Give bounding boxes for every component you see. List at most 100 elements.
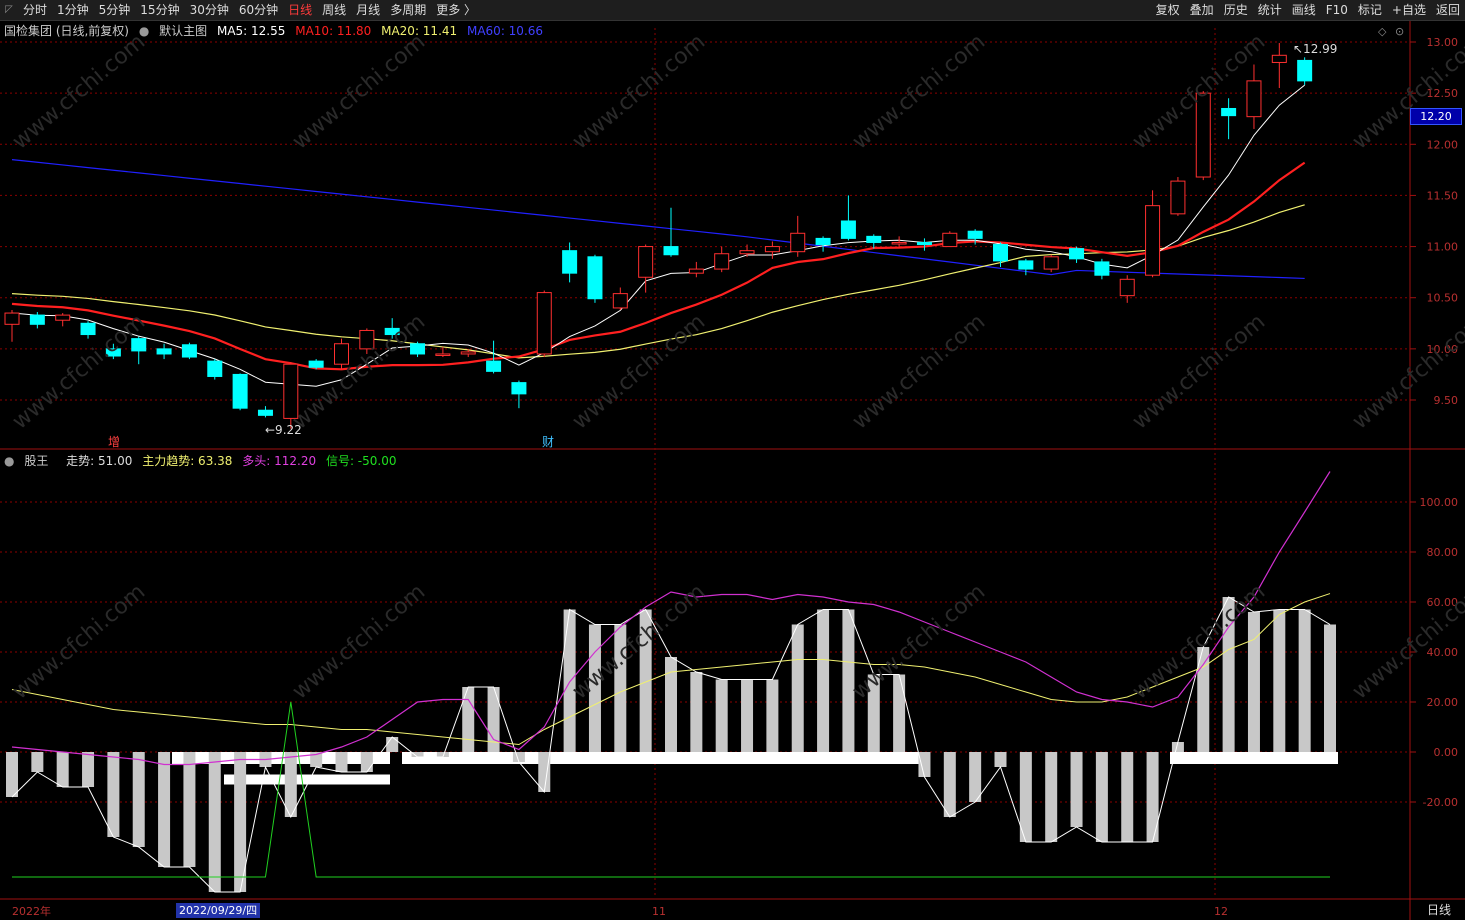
stock-title[interactable]: 国检集团 (日线,前复权) [4,24,129,38]
trend-bar [817,609,830,752]
candle-down [1069,248,1085,260]
candle-up [638,246,654,278]
indicator-toggle-icon[interactable]: ● [4,454,14,468]
sub-legend: ● 股王 走势: 51.00 主力趋势: 63.38 多头: 112.20 信号… [4,452,402,469]
white-band [402,752,928,764]
candle-down [840,220,856,239]
candle-up [1170,180,1186,215]
xinhao-value: 信号: -50.00 [325,454,397,468]
candle-up [334,343,349,365]
high-marker: ↖12.99 [1293,42,1337,56]
trend-bar [208,752,221,892]
year-label: 2022年 [12,904,51,918]
toolbar-item[interactable]: 更多 〉 [431,0,481,20]
candle-up [714,253,730,270]
trend-bar [791,624,804,752]
candle-down [587,256,603,300]
candle-down [207,360,223,377]
toolbar-item[interactable]: 5分钟 [94,0,136,20]
candle-up [612,293,628,309]
trend-bar [386,737,399,752]
collapse-icon[interactable]: ◸ [0,0,18,20]
toolbar-action[interactable]: +自选 [1387,0,1431,20]
toolbar-action[interactable]: 叠加 [1185,0,1219,20]
indicator-toggle-icon[interactable]: ● [139,24,149,38]
toolbar-item[interactable]: 月线 [351,0,385,20]
zoushi-value: 走势: 51.00 [66,454,133,468]
toolbar-action[interactable]: 历史 [1219,0,1253,20]
period-label[interactable]: 日线 [1415,901,1463,919]
trend-bar [1146,752,1159,842]
toolbar-action[interactable]: 返回 [1431,0,1465,20]
candle-up [4,312,20,325]
period-toolbar: ◸ 分时 1分钟 5分钟 15分钟 30分钟 60分钟 日线 周线 月线 多周期 更多 〉 复权 叠加… [0,0,1465,21]
ma20-value: MA20: 11.41 [381,24,458,38]
candle-down [486,360,502,372]
trend-bar [918,752,931,777]
candle-up [1271,54,1287,63]
watermark: www.cfchi.com [8,579,150,704]
toolbar-action[interactable]: 标记 [1353,0,1387,20]
candle-down [916,241,932,246]
y-tick-label: 11.50 [1427,189,1459,202]
trend-bar [284,752,297,817]
trend-bar [1045,752,1058,842]
ma10-value: MA10: 11.80 [295,24,372,38]
trend-bar [335,752,348,772]
candle-down [511,382,527,395]
trend-bar [690,672,703,752]
toolbar-item[interactable]: 1分钟 [52,0,94,20]
watermark: www.cfchi.com [1128,309,1270,434]
month-label: 12 [1214,905,1228,918]
trend-bar [766,679,779,752]
trend-bar [82,752,95,787]
cai-marker: 财 [542,435,554,449]
candle-up [688,268,704,274]
candle-down [1094,261,1110,276]
watermark: www.cfchi.com [8,309,150,434]
toolbar-action[interactable]: 画线 [1287,0,1321,20]
candle-down [410,343,426,355]
y-tick-label: -20.00 [1423,796,1458,809]
trend-bar [183,752,196,867]
candle-down [257,409,273,416]
candle-down [815,237,831,246]
toolbar-action[interactable]: F10 [1321,0,1353,20]
ma60-value: MA60: 10.66 [466,24,544,38]
ma60-line [11,159,1305,280]
white-band [224,774,390,785]
trend-bar [994,752,1007,767]
toolbar-item[interactable]: 分时 [18,0,52,20]
trend-bar [31,752,44,772]
zeng-marker: 增 [108,435,120,449]
trend-bar [1121,752,1134,842]
current-price-label: 12.20 [1410,108,1462,125]
toolbar-item[interactable]: 日线 [283,0,317,20]
trend-bar [462,687,475,752]
y-tick-label: 10.50 [1427,292,1459,305]
toolbar-action[interactable]: 复权 [1151,0,1185,20]
white-band [1170,752,1338,764]
toolbar-action[interactable]: 统计 [1253,0,1287,20]
candle-down [1018,260,1034,270]
sub-indicator-name[interactable]: 股王 [24,454,48,468]
toolbar-item[interactable]: 多周期 [385,0,431,20]
candle-down [866,235,882,243]
toolbar-item[interactable]: 周线 [317,0,351,20]
candle-up [55,314,71,321]
toolbar-item[interactable]: 60分钟 [234,0,283,20]
duotou-value: 多头: 112.20 [242,454,317,468]
main-legend: 国检集团 (日线,前复权) ● 默认主图 MA5: 12.55 MA10: 11… [4,22,549,39]
month-label: 11 [652,905,666,918]
y-tick-label: 11.00 [1427,241,1459,254]
toolbar-item[interactable]: 15分钟 [135,0,184,20]
trend-bar [411,752,424,757]
toolbar-item[interactable]: 30分钟 [185,0,234,20]
trend-bar [943,752,956,817]
trend-bar [1273,609,1286,752]
watermark: www.cfchi.com [848,579,990,704]
candle-up [790,232,806,253]
candle-up [1145,205,1161,276]
indicator-name[interactable]: 默认主图 [159,24,207,38]
candle-down [181,344,197,358]
